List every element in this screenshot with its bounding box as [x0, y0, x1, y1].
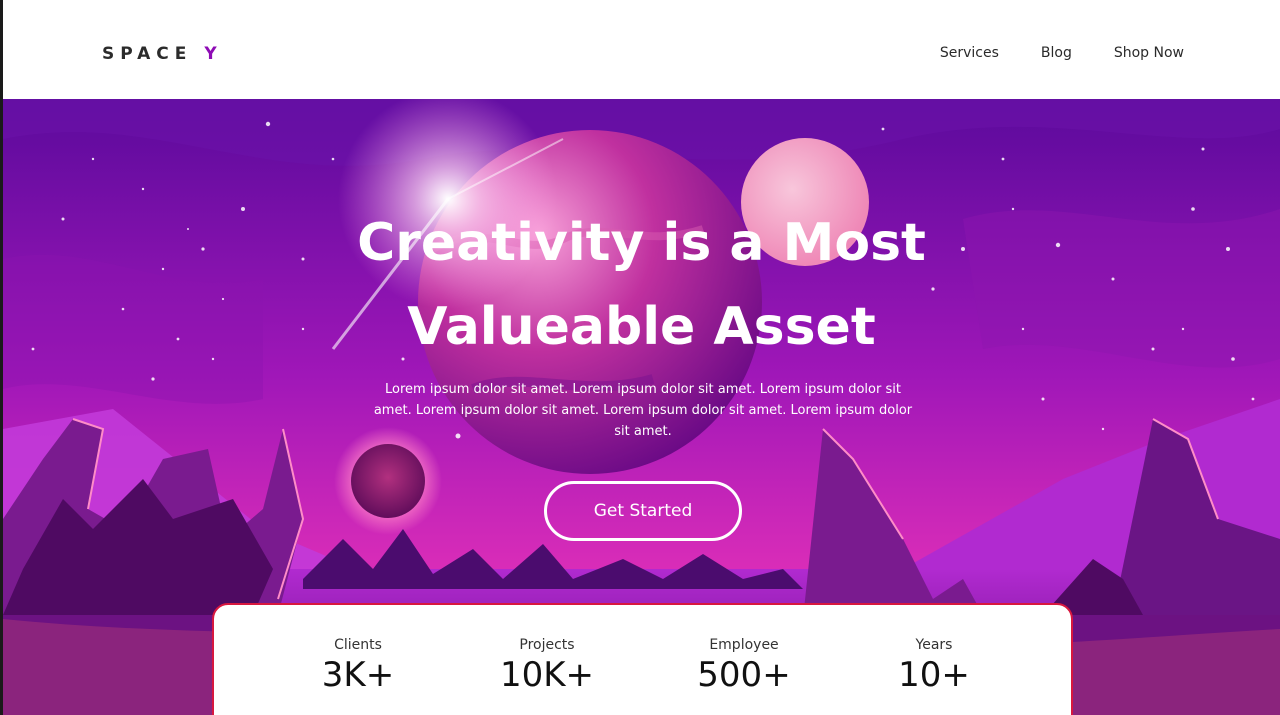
stat-value: 10K+: [499, 655, 595, 695]
hero-title: Creativity is a Most Valueable Asset: [3, 201, 1280, 369]
stat-label: Projects: [519, 637, 575, 653]
stat-label: Clients: [334, 637, 382, 653]
nav-link-services[interactable]: Services: [940, 45, 999, 61]
get-started-button[interactable]: Get Started: [544, 481, 742, 541]
stat-label: Years: [915, 637, 953, 653]
brand-logo[interactable]: SPACE Y: [102, 44, 223, 64]
hero-title-line-1: Creativity is a Most: [357, 213, 926, 273]
stat-employee: Employee 500+: [654, 637, 834, 695]
hero-description: Lorem ipsum dolor sit amet. Lorem ipsum …: [373, 382, 913, 439]
stat-label: Employee: [709, 637, 779, 653]
stat-value: 500+: [697, 655, 791, 695]
nav-link-shop-now[interactable]: Shop Now: [1114, 45, 1184, 61]
stat-value: 10+: [898, 655, 970, 695]
stat-value: 3K+: [321, 655, 395, 695]
stat-projects: Projects 10K+: [457, 637, 637, 695]
stat-years: Years 10+: [844, 637, 1024, 695]
stats-card: Clients 3K+ Projects 10K+ Employee 500+ …: [212, 603, 1073, 715]
main-nav: Services Blog Shop Now: [940, 45, 1184, 61]
brand-accent-letter: Y: [204, 44, 223, 64]
hero-title-line-2: Valueable Asset: [407, 297, 876, 357]
nav-link-blog[interactable]: Blog: [1041, 45, 1072, 61]
stat-clients: Clients 3K+: [268, 637, 448, 695]
site-header: SPACE Y Services Blog Shop Now: [3, 0, 1280, 99]
brand-name: SPACE: [102, 44, 193, 64]
window-edge: [0, 0, 3, 715]
